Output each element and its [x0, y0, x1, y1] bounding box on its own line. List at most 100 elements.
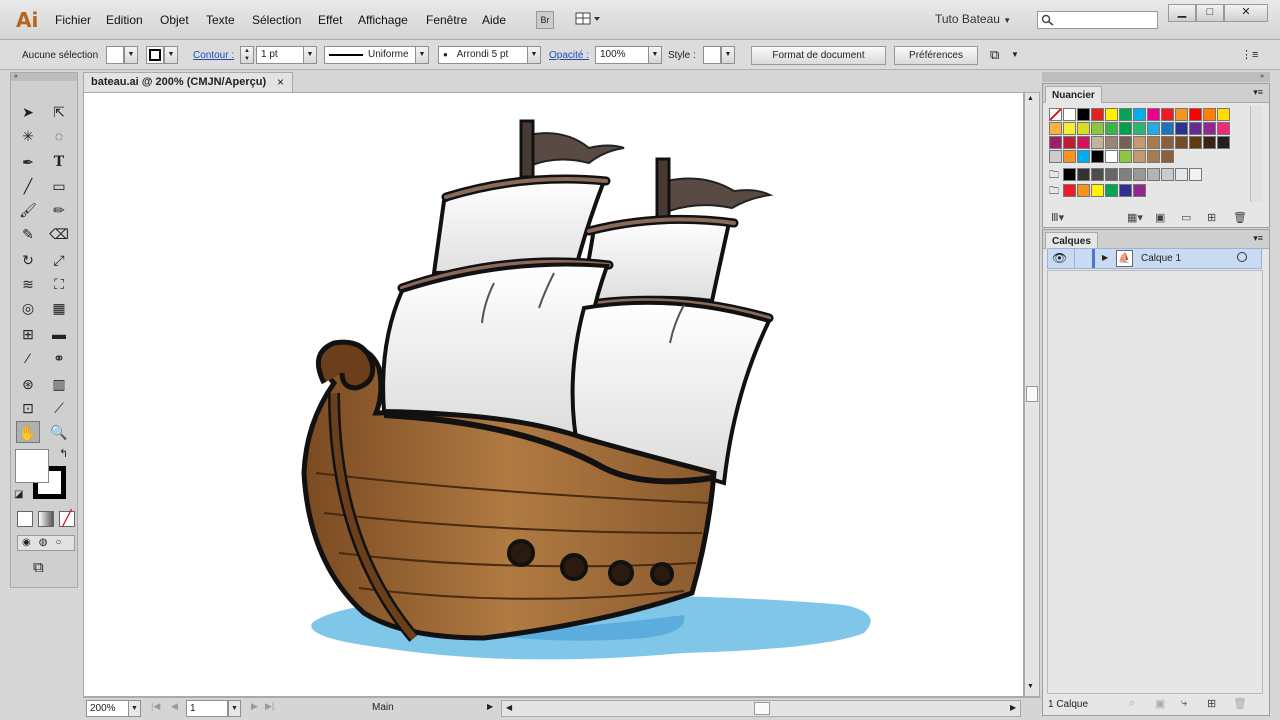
selection-tool-icon[interactable]: ➤	[16, 101, 40, 123]
panel-menu-icon[interactable]: ▾≡	[1253, 87, 1263, 98]
stroke-swatch[interactable]	[146, 46, 164, 64]
pen-tool-icon[interactable]: ✒	[16, 151, 40, 173]
document-setup-button[interactable]: Format de document	[751, 46, 886, 65]
warp-tool-icon[interactable]: ≋	[16, 273, 40, 295]
color-swatch[interactable]	[1049, 122, 1062, 135]
blend-tool-icon[interactable]: ⚭	[47, 347, 71, 369]
zoom-tool-icon[interactable]: 🔍	[47, 421, 71, 443]
color-swatch[interactable]	[1175, 108, 1188, 121]
contour-link[interactable]: Contour :	[193, 50, 234, 61]
dock-header[interactable]: »	[1042, 72, 1270, 82]
default-colors-icon[interactable]: ◪	[14, 489, 23, 500]
color-swatch[interactable]	[1119, 184, 1132, 197]
color-swatch[interactable]	[1063, 150, 1076, 163]
slice-tool-icon[interactable]: ⟋	[47, 397, 71, 419]
color-swatch[interactable]	[1119, 150, 1132, 163]
color-swatch[interactable]	[1105, 184, 1118, 197]
status-menu-icon[interactable]: ▶	[487, 702, 493, 711]
new-sublayer-icon[interactable]: ⤷	[1181, 697, 1187, 710]
eyedropper-tool-icon[interactable]: ⁄	[16, 347, 40, 369]
magic-wand-tool-icon[interactable]: ✳	[16, 125, 40, 147]
color-swatch[interactable]	[1189, 108, 1202, 121]
blob-brush-tool-icon[interactable]: ✎	[16, 223, 40, 245]
color-swatch[interactable]	[1063, 168, 1076, 181]
screen-mode-icon[interactable]: ⧉	[33, 559, 44, 576]
rectangle-tool-icon[interactable]: ▭	[47, 175, 71, 197]
color-swatch[interactable]	[1189, 168, 1202, 181]
expand-triangle-icon[interactable]: ▶	[1102, 253, 1108, 262]
menu-affichage[interactable]: Affichage	[358, 13, 408, 27]
color-swatch[interactable]	[1217, 136, 1230, 149]
color-swatch[interactable]	[1105, 108, 1118, 121]
color-swatch[interactable]	[1049, 108, 1062, 121]
delete-swatch-icon[interactable]: 🗑	[1233, 211, 1247, 224]
color-swatch[interactable]	[1161, 168, 1174, 181]
document-tab[interactable]: bateau.ai @ 200% (CMJN/Aperçu) ×	[83, 72, 293, 92]
scroll-left-icon[interactable]: ◀	[506, 703, 512, 712]
vertical-scroll-thumb[interactable]	[1026, 386, 1038, 402]
preferences-button[interactable]: Préférences	[894, 46, 978, 65]
gradient-tool-icon[interactable]: ▬	[47, 323, 71, 345]
color-swatch[interactable]	[1063, 184, 1076, 197]
free-transform-tool-icon[interactable]: ⛶	[47, 273, 71, 295]
menu-objet[interactable]: Objet	[160, 13, 189, 27]
fill-swatch[interactable]	[106, 46, 124, 64]
line-tool-icon[interactable]: ╱	[16, 175, 40, 197]
swatches-scrollbar[interactable]	[1250, 106, 1262, 202]
menu-effet[interactable]: Effet	[318, 13, 342, 27]
rotate-tool-icon[interactable]: ↻	[16, 249, 40, 271]
color-swatch[interactable]	[1161, 150, 1174, 163]
swatch-libraries-icon[interactable]: Ⅲ▾	[1051, 211, 1064, 224]
color-swatch[interactable]	[1091, 108, 1104, 121]
menu-fenetre[interactable]: Fenêtre	[426, 13, 467, 27]
menu-texte[interactable]: Texte	[206, 13, 235, 27]
color-swatch[interactable]	[1105, 168, 1118, 181]
color-swatch[interactable]	[1133, 150, 1146, 163]
menu-aide[interactable]: Aide	[482, 13, 506, 27]
swatch-group-folder-icon[interactable]: 🗀	[1049, 168, 1059, 185]
color-swatch[interactable]	[1119, 168, 1132, 181]
locate-object-icon[interactable]: ⌕	[1129, 697, 1135, 710]
layer-row[interactable]: 👁 ▶ ⛵ Calque 1	[1047, 248, 1262, 269]
color-mode-icon[interactable]	[17, 511, 33, 527]
perspective-grid-tool-icon[interactable]: ▦	[47, 297, 71, 319]
color-swatch[interactable]	[1063, 136, 1076, 149]
paintbrush-tool-icon[interactable]: 🖌	[16, 199, 40, 221]
show-kinds-icon[interactable]: ▦▾	[1127, 211, 1143, 224]
color-swatch[interactable]	[1133, 108, 1146, 121]
shape-builder-tool-icon[interactable]: ◎	[16, 297, 40, 319]
artboard-dropdown[interactable]: ▼	[228, 700, 241, 717]
arrange-documents-button[interactable]	[575, 11, 603, 29]
color-swatch[interactable]	[1147, 136, 1160, 149]
close-button[interactable]: ✕	[1224, 4, 1268, 22]
scroll-down-icon[interactable]: ▼	[1027, 683, 1034, 690]
artboard-canvas[interactable]	[83, 92, 1024, 697]
color-swatch[interactable]	[1161, 136, 1174, 149]
chevron-down-icon[interactable]: ▼	[1011, 50, 1019, 59]
color-swatch[interactable]	[1133, 184, 1146, 197]
color-swatch[interactable]	[1189, 122, 1202, 135]
color-swatch[interactable]	[1133, 122, 1146, 135]
tab-calques[interactable]: Calques	[1045, 232, 1098, 249]
color-swatch[interactable]	[1161, 122, 1174, 135]
clipping-mask-icon[interactable]: ▣	[1155, 697, 1165, 710]
layer-name[interactable]: Calque 1	[1141, 253, 1181, 264]
new-swatch-icon[interactable]: ⊞	[1207, 211, 1216, 224]
color-swatch[interactable]	[1063, 122, 1076, 135]
color-swatch[interactable]	[1091, 150, 1104, 163]
vertical-scrollbar[interactable]: ▲ ▼	[1024, 92, 1040, 697]
color-swatch[interactable]	[1147, 122, 1160, 135]
panel-menu-icon[interactable]: ▾≡	[1253, 233, 1263, 244]
opacity-dropdown[interactable]: ▼	[648, 46, 662, 64]
color-swatch[interactable]	[1105, 136, 1118, 149]
brush-select[interactable]: ● Arrondi 5 pt	[438, 46, 528, 64]
previous-artboard-icon[interactable]: ◀	[171, 701, 178, 712]
arrange-objects-icon[interactable]: ⧉	[990, 47, 999, 63]
type-tool-icon[interactable]: T	[47, 151, 71, 173]
color-swatch[interactable]	[1147, 168, 1160, 181]
workspace-switcher[interactable]: Tuto Bateau ▼	[935, 12, 1011, 26]
color-swatch[interactable]	[1063, 108, 1076, 121]
color-swatch[interactable]	[1091, 184, 1104, 197]
color-swatch[interactable]	[1077, 168, 1090, 181]
color-swatch[interactable]	[1175, 136, 1188, 149]
